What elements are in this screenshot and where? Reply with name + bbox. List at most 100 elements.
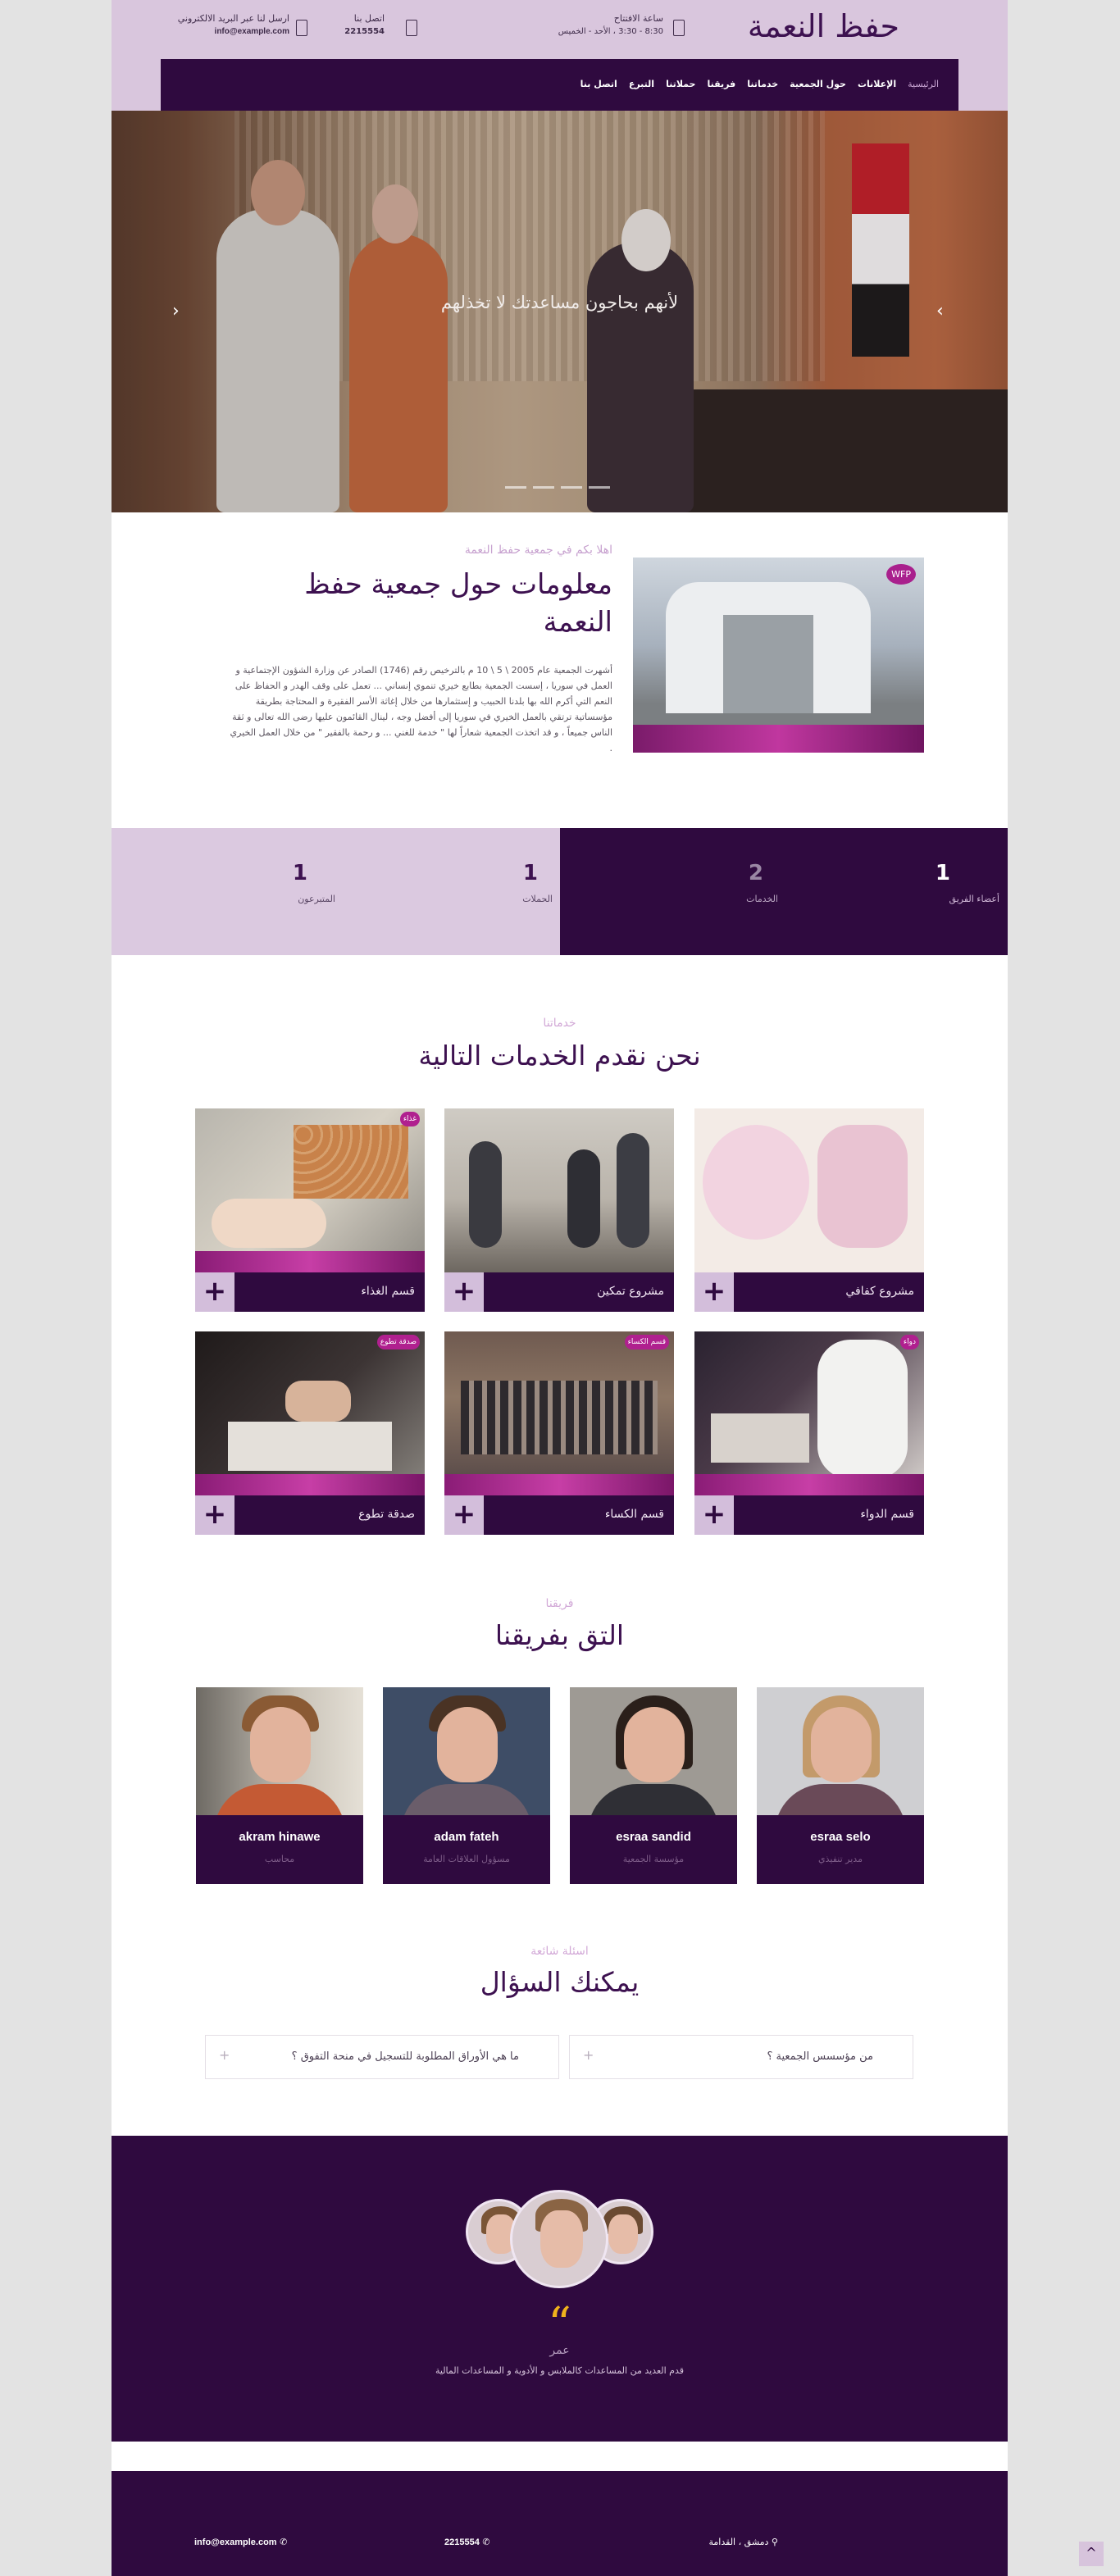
mail-icon bbox=[296, 20, 307, 36]
stat-services-label: الخدمات bbox=[746, 894, 778, 904]
member-role: مؤسسة الجمعية bbox=[622, 1854, 685, 1864]
service-title[interactable]: صدقة تطوع bbox=[244, 1508, 415, 1521]
service-card-medicine[interactable]: دواء + قسم الدواء bbox=[694, 1331, 924, 1535]
service-card-food[interactable]: غذاء + قسم الغذاء bbox=[195, 1108, 425, 1312]
about-kicker: اهلا بكم في جمعية حفظ النعمة bbox=[464, 544, 612, 557]
service-card-tamkeen[interactable]: + مشروع تمكين bbox=[444, 1108, 674, 1312]
member-info: esraa sandid مؤسسة الجمعية bbox=[570, 1815, 737, 1884]
testimonial-name: عمر bbox=[549, 2344, 570, 2357]
about-image-ribbon bbox=[633, 725, 924, 753]
team-member[interactable]: adam fateh مسؤول العلاقات العامة bbox=[383, 1687, 550, 1884]
header: حفظ النعمة ساعة الافتتاح 8:30 - 3:30 ، ا… bbox=[112, 0, 1008, 111]
service-title[interactable]: قسم الغذاء bbox=[244, 1285, 415, 1298]
member-name: adam fateh bbox=[434, 1830, 499, 1844]
service-title[interactable]: قسم الكساء bbox=[494, 1508, 664, 1521]
stat-campaigns: 1 الحملات bbox=[454, 861, 553, 904]
clock-icon bbox=[673, 20, 685, 36]
member-role: مدير تنفيذي bbox=[818, 1854, 863, 1864]
member-photo bbox=[383, 1687, 550, 1815]
nav-item-donate[interactable]: التبرع bbox=[629, 79, 654, 89]
footer-email[interactable]: info@example.com ✆ bbox=[194, 2537, 287, 2547]
nav-item-announcements[interactable]: الإعلانات bbox=[858, 79, 896, 89]
faq-item[interactable]: ما هي الأوراق المطلوبة للتسجيل في منحة ا… bbox=[205, 2035, 559, 2079]
footer-phone-text[interactable]: 2215554 bbox=[444, 2537, 480, 2547]
back-to-top-button[interactable]: ^ bbox=[1079, 2542, 1104, 2566]
contact-email-value[interactable]: info@example.com bbox=[178, 27, 289, 36]
stats-band: 1 أعضاء الفريق 2 الخدمات 1 الحملات 1 الم… bbox=[112, 828, 1008, 955]
about-text: أشهرت الجمعية عام 2005 \ 5 \ 10 م بالترخ… bbox=[230, 665, 612, 753]
stat-services: 2 الخدمات bbox=[680, 861, 778, 904]
service-card-clothing[interactable]: قسم الكساء + قسم الكساء bbox=[444, 1331, 674, 1535]
faq-question[interactable]: ما هي الأوراق المطلوبة للتسجيل في منحة ا… bbox=[292, 2050, 519, 2063]
nav-item-contact[interactable]: اتصل بنا bbox=[580, 79, 617, 89]
stat-team-label: أعضاء الفريق bbox=[949, 894, 999, 904]
nav-item-about[interactable]: حول الجمعية bbox=[790, 79, 846, 89]
member-photo bbox=[196, 1687, 363, 1815]
member-info: akram hinawe محاسب bbox=[196, 1815, 363, 1884]
contact-phone-value[interactable]: 2215554 bbox=[344, 27, 385, 36]
member-shirt bbox=[588, 1784, 719, 1815]
member-name: akram hinawe bbox=[239, 1830, 321, 1844]
service-tag: غذاء bbox=[399, 1112, 420, 1126]
services-title: نحن نقدم الخدمات التالية bbox=[418, 1040, 701, 1072]
faq-question[interactable]: من مؤسسس الجمعية ؟ bbox=[767, 2050, 873, 2063]
phone-icon bbox=[406, 20, 417, 36]
slider-indicator[interactable] bbox=[589, 486, 610, 489]
map-pin-icon: ⚲ bbox=[768, 2537, 778, 2547]
service-title[interactable]: مشروع كفافي bbox=[744, 1285, 914, 1298]
service-title[interactable]: مشروع تمكين bbox=[494, 1285, 664, 1298]
stat-donors: 1 المتبرعون bbox=[237, 861, 335, 904]
member-photo bbox=[570, 1687, 737, 1815]
slider-prev-icon[interactable]: ‹ bbox=[172, 301, 180, 321]
member-shirt bbox=[775, 1784, 906, 1815]
member-face bbox=[811, 1707, 872, 1782]
hero-caption: لأنهم بحاجون مساعدتك لا تخذلهم bbox=[440, 293, 679, 312]
testimonial-avatar-active[interactable] bbox=[510, 2190, 608, 2288]
faq-item[interactable]: من مؤسسس الجمعية ؟ + bbox=[569, 2035, 913, 2079]
slider-indicators bbox=[505, 486, 610, 489]
plus-icon[interactable]: + bbox=[195, 1272, 234, 1312]
avatar-face bbox=[540, 2210, 583, 2268]
avatar-face bbox=[608, 2214, 638, 2254]
service-card-charity[interactable]: صدقة تطوع + صدقة تطوع bbox=[195, 1331, 425, 1535]
service-image-clothing: قسم الكساء bbox=[444, 1331, 674, 1495]
faq-toggle-icon[interactable]: + bbox=[583, 2047, 594, 2063]
nav-item-campaigns[interactable]: حملاتنا bbox=[666, 79, 695, 89]
service-bar: + مشروع تمكين bbox=[444, 1272, 674, 1312]
faq-toggle-icon[interactable]: + bbox=[219, 2047, 230, 2063]
plus-icon[interactable]: + bbox=[694, 1495, 734, 1535]
stat-donors-label: المتبرعون bbox=[298, 894, 335, 904]
site-logo[interactable]: حفظ النعمة bbox=[748, 8, 899, 44]
plus-icon[interactable]: + bbox=[694, 1272, 734, 1312]
footer-phone[interactable]: 2215554 ✆ bbox=[444, 2537, 490, 2547]
footer-email-text[interactable]: info@example.com bbox=[194, 2537, 277, 2547]
slider-indicator[interactable] bbox=[533, 486, 554, 489]
plus-icon[interactable]: + bbox=[444, 1495, 484, 1535]
service-ribbon bbox=[195, 1251, 425, 1272]
team-member[interactable]: akram hinawe محاسب bbox=[196, 1687, 363, 1884]
member-name: esraa sandid bbox=[616, 1830, 691, 1844]
service-tag: دواء bbox=[899, 1335, 919, 1349]
service-title[interactable]: قسم الدواء bbox=[744, 1508, 914, 1521]
member-role: مسؤول العلاقات العامة bbox=[423, 1854, 510, 1864]
service-ribbon bbox=[444, 1474, 674, 1495]
team-member[interactable]: esraa sandid مؤسسة الجمعية bbox=[570, 1687, 737, 1884]
slider-indicator[interactable] bbox=[561, 486, 582, 489]
plus-icon[interactable]: + bbox=[444, 1272, 484, 1312]
member-info: adam fateh مسؤول العلاقات العامة bbox=[383, 1815, 550, 1884]
plus-icon[interactable]: + bbox=[195, 1495, 234, 1535]
service-bar: + قسم الدواء bbox=[694, 1495, 924, 1535]
slider-indicator[interactable] bbox=[505, 486, 526, 489]
contact-email: ارسل لنا عبر البريد الالكتروني info@exam… bbox=[178, 13, 307, 36]
footer-address-text: دمشق ، القدامة bbox=[708, 2537, 769, 2547]
service-tag: صدقة تطوع bbox=[376, 1335, 420, 1349]
service-card-kafafi[interactable]: + مشروع كفافي bbox=[694, 1108, 924, 1312]
member-info: esraa selo مدير تنفيذي bbox=[757, 1815, 924, 1884]
nav-item-home[interactable]: الرئيسية bbox=[908, 79, 939, 89]
service-image-tamkeen bbox=[444, 1108, 674, 1272]
stat-team: 1 أعضاء الفريق bbox=[901, 861, 999, 904]
slider-next-icon[interactable]: › bbox=[936, 301, 944, 321]
nav-item-services[interactable]: خدماتنا bbox=[747, 79, 778, 89]
team-member[interactable]: esraa selo مدير تنفيذي bbox=[757, 1687, 924, 1884]
nav-item-team[interactable]: فريقنا bbox=[707, 79, 735, 89]
